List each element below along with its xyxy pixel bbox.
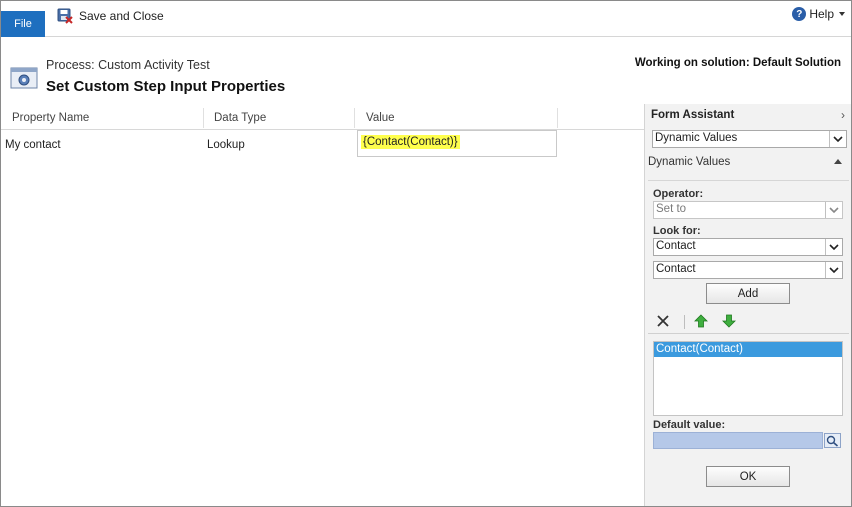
save-and-close-label: Save and Close (79, 9, 164, 23)
save-and-close-button[interactable]: Save and Close (57, 6, 164, 26)
toolbar-divider (648, 333, 849, 334)
data-type-cell: Lookup (207, 139, 245, 151)
chevron-down-icon (825, 239, 842, 255)
help-menu[interactable]: ? Help (792, 7, 845, 21)
lookup-icon[interactable] (824, 433, 841, 448)
property-name-cell: My contact (5, 139, 61, 151)
value-input[interactable]: {Contact(Contact)} (357, 130, 557, 157)
chevron-right-icon[interactable]: › (841, 108, 845, 122)
chevron-down-icon (829, 131, 846, 147)
ok-button[interactable]: OK (706, 466, 790, 487)
default-value-field[interactable] (653, 432, 823, 449)
delete-icon[interactable] (656, 314, 670, 328)
toolbar-divider (684, 315, 685, 329)
look-for-entity-select[interactable]: Contact (653, 238, 843, 256)
collapse-up-icon[interactable] (834, 159, 842, 164)
save-close-icon (57, 8, 73, 24)
look-for-field-value: Contact (656, 263, 696, 275)
operator-label: Operator: (653, 188, 704, 200)
look-for-field-select[interactable]: Contact (653, 261, 843, 279)
form-assistant-panel: Form Assistant › Dynamic Values Dynamic … (644, 104, 851, 506)
column-divider (557, 108, 558, 128)
page-title: Set Custom Step Input Properties (46, 78, 286, 95)
assistant-mode-select[interactable]: Dynamic Values (652, 130, 847, 148)
column-header-property-name[interactable]: Property Name (12, 106, 89, 130)
operator-select[interactable]: Set to (653, 201, 843, 219)
process-step-icon (10, 67, 38, 91)
move-down-icon[interactable] (722, 314, 736, 328)
help-label: Help (809, 7, 834, 21)
look-for-label: Look for: (653, 225, 701, 237)
chevron-down-icon (825, 262, 842, 278)
assistant-mode-value: Dynamic Values (655, 132, 738, 144)
dynamic-values-section-label: Dynamic Values (648, 156, 731, 168)
file-tab[interactable]: File (1, 11, 45, 37)
process-name: Process: Custom Activity Test (46, 58, 210, 72)
form-assistant-title: Form Assistant (651, 109, 735, 121)
column-divider (354, 108, 355, 128)
list-item[interactable]: Contact(Contact) (654, 342, 842, 357)
column-header-value[interactable]: Value (366, 106, 395, 130)
grid-header: Property Name Data Type Value (1, 106, 644, 130)
chevron-down-icon (825, 202, 842, 218)
operator-value: Set to (656, 203, 687, 215)
solution-label: Working on solution: Default Solution (634, 57, 841, 69)
chevron-down-icon (839, 12, 845, 16)
help-icon: ? (792, 7, 807, 21)
look-for-entity-value: Contact (656, 240, 696, 252)
add-button[interactable]: Add (706, 283, 790, 304)
column-header-data-type[interactable]: Data Type (214, 106, 266, 130)
column-divider (203, 108, 204, 128)
move-up-icon[interactable] (694, 314, 708, 328)
default-value-label: Default value: (653, 419, 726, 431)
dynamic-values-list[interactable]: Contact(Contact) (653, 341, 843, 416)
window: File Save and Close ? Help Process: Cust… (0, 0, 852, 507)
dynamic-values-section: Operator: Set to Look for: Contact Conta… (648, 180, 849, 506)
ribbon: File Save and Close ? Help (1, 1, 851, 37)
dynamic-value-token: {Contact(Contact)} (361, 135, 460, 149)
